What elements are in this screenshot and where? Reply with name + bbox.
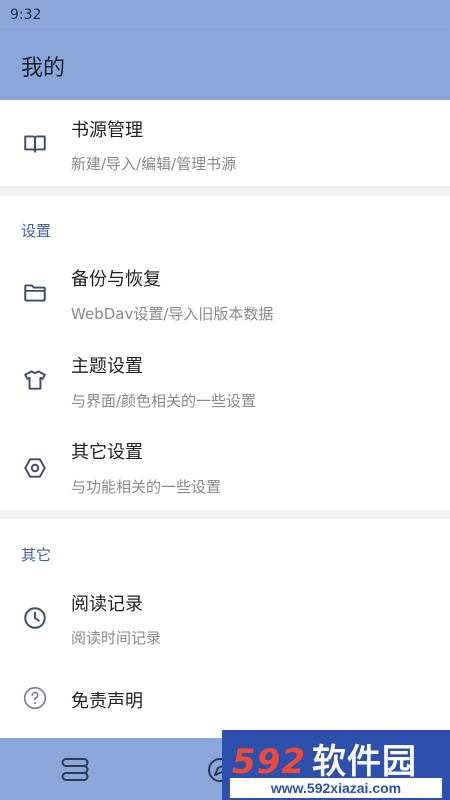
book-source-subtitle: 新建/导入/编辑/管理书源 bbox=[71, 155, 237, 173]
reading-record-title: 阅读记录 bbox=[71, 594, 143, 615]
backup-restore-item[interactable]: 备份与恢复 WebDav设置/导入旧版本数据 bbox=[0, 251, 450, 337]
other-section-label: 其它 bbox=[21, 546, 52, 564]
reading-record-subtitle: 阅读时间记录 bbox=[71, 629, 162, 647]
help-circle-icon bbox=[23, 686, 47, 710]
book-source-title: 书源管理 bbox=[71, 120, 143, 141]
theme-settings-item[interactable]: 主题设置 与界面/颜色相关的一些设置 bbox=[0, 338, 450, 424]
status-bar: 9:32 bbox=[0, 0, 450, 30]
tshirt-icon bbox=[24, 370, 46, 390]
hexagon-settings-icon bbox=[24, 458, 46, 478]
app-bar: 我的 bbox=[0, 30, 450, 100]
watermark-brand: 592 软件园 bbox=[232, 734, 417, 783]
theme-settings-subtitle: 与界面/颜色相关的一些设置 bbox=[71, 392, 257, 410]
reading-record-item[interactable]: 阅读记录 阅读时间记录 bbox=[0, 576, 450, 662]
book-open-icon bbox=[24, 135, 46, 153]
other-card: 其它 阅读记录 阅读时间记录 免责声明 bbox=[0, 519, 450, 738]
watermark-brand-cn: 软件园 bbox=[311, 742, 417, 782]
theme-settings-title: 主题设置 bbox=[71, 356, 143, 377]
settings-section-label: 设置 bbox=[21, 222, 52, 240]
other-settings-title: 其它设置 bbox=[71, 442, 143, 463]
other-settings-subtitle: 与功能相关的一些设置 bbox=[71, 478, 222, 496]
watermark-number: 592 bbox=[232, 742, 306, 782]
disclaimer-item[interactable]: 免责声明 bbox=[0, 667, 450, 733]
watermark-logo: 592 软件园 www.592xiazai.com bbox=[222, 730, 450, 800]
book-source-card: 书源管理 新建/导入/编辑/管理书源 bbox=[0, 100, 450, 186]
watermark-url: www.592xiazai.com bbox=[230, 778, 442, 798]
page-title: 我的 bbox=[21, 56, 66, 81]
backup-restore-title: 备份与恢复 bbox=[71, 269, 161, 290]
disclaimer-title: 免责声明 bbox=[71, 691, 143, 712]
status-time: 9:32 bbox=[10, 7, 42, 23]
book-source-item[interactable]: 书源管理 新建/导入/编辑/管理书源 bbox=[0, 100, 450, 186]
clock-icon bbox=[24, 607, 46, 629]
other-settings-item[interactable]: 其它设置 与功能相关的一些设置 bbox=[0, 424, 450, 510]
settings-card: 设置 备份与恢复 WebDav设置/导入旧版本数据 主题设置 与界面/颜色相关的… bbox=[0, 196, 450, 510]
folder-icon bbox=[24, 284, 46, 302]
backup-restore-subtitle: WebDav设置/导入旧版本数据 bbox=[71, 305, 274, 323]
bookshelf-icon[interactable] bbox=[60, 756, 90, 784]
